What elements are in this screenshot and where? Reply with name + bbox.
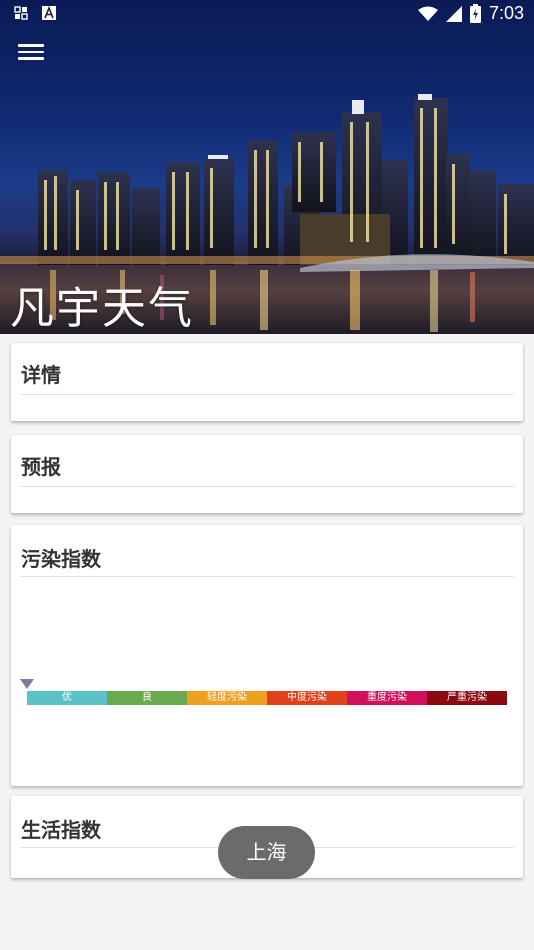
aqi-level-excellent: 优 <box>27 691 107 705</box>
aqi-indicator-marker <box>20 679 34 689</box>
app-title: 凡宇天气 <box>10 283 194 334</box>
wifi-icon <box>417 6 438 21</box>
city-toast: 上海 <box>218 826 315 879</box>
menu-icon[interactable] <box>18 40 44 64</box>
forecast-divider <box>20 486 514 487</box>
header-hero-image: 7:03 凡宇天气 <box>0 0 534 334</box>
aqi-level-good: 良 <box>107 691 187 705</box>
forecast-card-title: 预报 <box>21 455 61 479</box>
life-index-card-title: 生活指数 <box>21 818 101 842</box>
font-icon <box>42 6 56 20</box>
aqi-scale-bar: 优 良 轻度污染 中度污染 重度污染 严重污染 <box>27 691 507 705</box>
status-bar: 7:03 <box>0 0 534 28</box>
notification-icon <box>14 6 28 20</box>
pollution-card-title: 污染指数 <box>21 547 101 571</box>
pollution-card[interactable]: 污染指数 优 良 轻度污染 中度污染 重度污染 严重污染 <box>11 525 523 786</box>
forecast-card[interactable]: 预报 <box>11 435 523 513</box>
status-time: 7:03 <box>488 3 524 23</box>
aqi-level-heavy: 重度污染 <box>347 691 427 705</box>
battery-icon <box>469 4 481 23</box>
aqi-level-moderate: 中度污染 <box>267 691 347 705</box>
aqi-level-severe: 严重污染 <box>427 691 507 705</box>
signal-icon <box>445 5 462 22</box>
pollution-divider <box>20 576 514 577</box>
details-divider <box>20 394 514 395</box>
details-card-title: 详情 <box>21 363 61 387</box>
details-card[interactable]: 详情 <box>11 343 523 421</box>
aqi-level-light: 轻度污染 <box>187 691 267 705</box>
